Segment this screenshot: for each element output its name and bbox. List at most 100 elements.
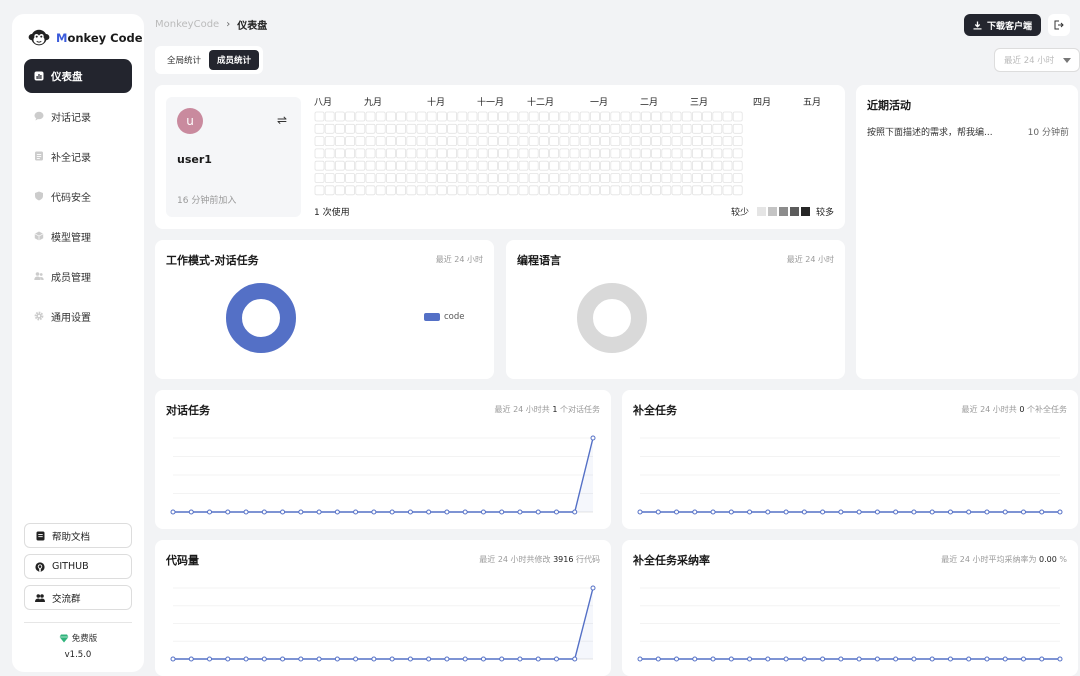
heatmap-cell[interactable] (345, 136, 356, 147)
heatmap-cell[interactable] (426, 136, 437, 147)
heatmap-cell[interactable] (549, 160, 560, 171)
heatmap-cell[interactable] (375, 111, 386, 122)
data-point[interactable] (765, 509, 771, 515)
data-point[interactable] (261, 509, 267, 515)
heatmap-cell[interactable] (396, 123, 406, 134)
heatmap-cell[interactable] (477, 123, 488, 134)
heatmap-cell[interactable] (467, 111, 478, 122)
data-point[interactable] (747, 656, 753, 662)
heatmap-cell[interactable] (375, 185, 386, 196)
heatmap-cell[interactable] (324, 173, 335, 183)
heatmap-cell[interactable] (437, 111, 447, 122)
heatmap-cell[interactable] (630, 160, 641, 171)
heatmap-cell[interactable] (406, 185, 417, 196)
heatmap-cell[interactable] (681, 185, 692, 196)
heatmap-cell[interactable] (355, 111, 366, 122)
heatmap-cell[interactable] (355, 185, 366, 196)
data-point[interactable] (765, 656, 771, 662)
heatmap-cell[interactable] (345, 173, 356, 183)
data-point[interactable] (728, 656, 734, 662)
heatmap-cell[interactable] (487, 148, 498, 159)
heatmap-cell[interactable] (712, 148, 723, 159)
heatmap-cell[interactable] (518, 111, 529, 122)
heatmap-cell[interactable] (386, 173, 396, 183)
heatmap-cell[interactable] (712, 173, 723, 183)
heatmap-cell[interactable] (702, 160, 713, 171)
help-docs-button[interactable]: 帮助文档 (24, 523, 132, 548)
heatmap-cell[interactable] (569, 148, 580, 159)
data-point[interactable] (1039, 509, 1045, 515)
heatmap-cell[interactable] (396, 148, 406, 159)
heatmap-cell[interactable] (324, 160, 335, 171)
heatmap-cell[interactable] (620, 160, 631, 171)
heatmap-cell[interactable] (508, 123, 519, 134)
time-range-select[interactable]: 最近 24 小时 (994, 48, 1080, 72)
heatmap-cell[interactable] (671, 185, 682, 196)
sidebar-item-member-management[interactable]: 成员管理 (24, 259, 132, 293)
data-point[interactable] (637, 656, 643, 662)
heatmap-cell[interactable] (528, 123, 539, 134)
heatmap-cell[interactable] (345, 160, 356, 171)
heatmap-cell[interactable] (508, 173, 519, 183)
heatmap-cell[interactable] (712, 111, 723, 122)
heatmap-cell[interactable] (467, 136, 478, 147)
heatmap-cell[interactable] (702, 185, 713, 196)
heatmap-cell[interactable] (600, 111, 611, 122)
heatmap-cell[interactable] (508, 136, 519, 147)
heatmap-cell[interactable] (518, 185, 529, 196)
heatmap-cell[interactable] (712, 185, 723, 196)
heatmap-cell[interactable] (732, 160, 743, 171)
heatmap-cell[interactable] (518, 160, 529, 171)
data-point[interactable] (170, 509, 176, 515)
heatmap-cell[interactable] (314, 111, 325, 122)
heatmap-cell[interactable] (365, 148, 376, 159)
heatmap-cell[interactable] (406, 123, 417, 134)
heatmap-cell[interactable] (528, 136, 539, 147)
heatmap-cell[interactable] (498, 185, 509, 196)
heatmap-cell[interactable] (447, 136, 458, 147)
swap-user-icon[interactable]: ⇌ (277, 113, 287, 127)
heatmap-cell[interactable] (355, 136, 366, 147)
data-point[interactable] (517, 656, 523, 662)
heatmap-cell[interactable] (538, 173, 549, 183)
data-point[interactable] (911, 509, 917, 515)
heatmap-cell[interactable] (477, 173, 488, 183)
heatmap-cell[interactable] (365, 160, 376, 171)
heatmap-cell[interactable] (732, 185, 743, 196)
heatmap-cell[interactable] (569, 160, 580, 171)
heatmap-cell[interactable] (681, 148, 692, 159)
heatmap-cell[interactable] (600, 160, 611, 171)
heatmap-cell[interactable] (579, 173, 590, 183)
heatmap-cell[interactable] (447, 123, 458, 134)
heatmap-cell[interactable] (661, 148, 672, 159)
heatmap-cell[interactable] (375, 136, 386, 147)
heatmap-cell[interactable] (477, 136, 488, 147)
data-point[interactable] (389, 656, 395, 662)
heatmap-cell[interactable] (345, 185, 356, 196)
heatmap-cell[interactable] (314, 185, 325, 196)
data-point[interactable] (590, 585, 596, 591)
heatmap-cell[interactable] (396, 136, 406, 147)
heatmap-cell[interactable] (538, 185, 549, 196)
heatmap-cell[interactable] (620, 123, 631, 134)
data-point[interactable] (747, 509, 753, 515)
heatmap-cell[interactable] (406, 136, 417, 147)
heatmap-cell[interactable] (651, 185, 662, 196)
heatmap-cell[interactable] (386, 148, 396, 159)
data-point[interactable] (590, 435, 596, 441)
heatmap-cell[interactable] (345, 123, 356, 134)
heatmap-cell[interactable] (467, 148, 478, 159)
heatmap-cell[interactable] (518, 123, 529, 134)
heatmap-cell[interactable] (508, 111, 519, 122)
heatmap-cell[interactable] (498, 136, 509, 147)
data-point[interactable] (499, 509, 505, 515)
data-point[interactable] (316, 509, 322, 515)
data-point[interactable] (572, 509, 578, 515)
heatmap-cell[interactable] (549, 136, 560, 147)
heatmap-cell[interactable] (559, 173, 570, 183)
heatmap-cell[interactable] (559, 148, 570, 159)
data-point[interactable] (261, 656, 267, 662)
heatmap-cell[interactable] (396, 173, 406, 183)
heatmap-cell[interactable] (457, 173, 468, 183)
data-point[interactable] (674, 656, 680, 662)
